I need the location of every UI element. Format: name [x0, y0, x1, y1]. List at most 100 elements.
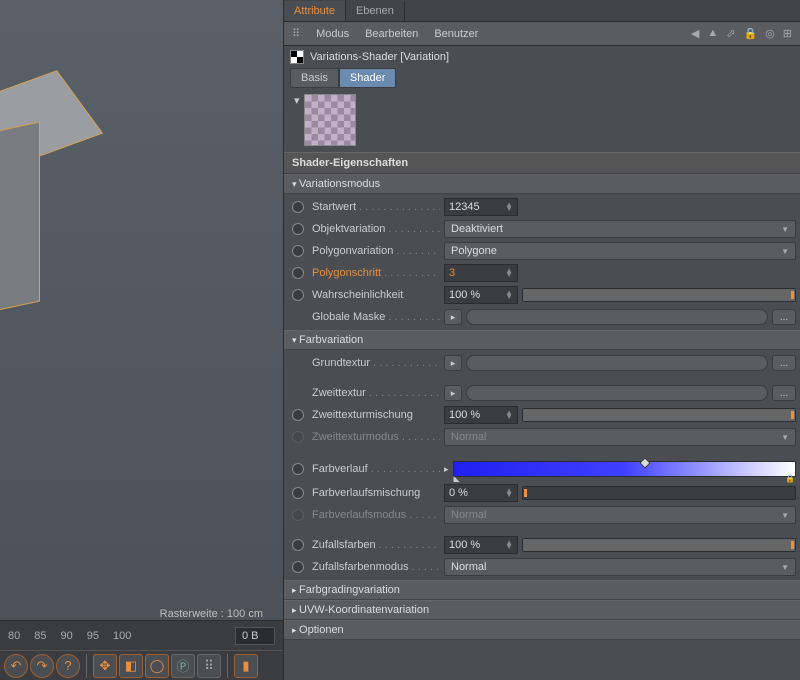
label-startwert: Startwert	[312, 201, 440, 213]
maske-browse-button[interactable]: ...	[772, 309, 796, 325]
dropdown-polygonvariation[interactable]: Polygone▼	[444, 242, 796, 260]
anim-dot[interactable]	[292, 289, 304, 301]
nav-up-icon[interactable]: ▲	[707, 27, 718, 40]
anim-dot[interactable]	[292, 539, 304, 551]
preview-collapse-icon[interactable]: ▾	[294, 94, 300, 107]
gradient-editor[interactable]: ◣ 🔒	[453, 461, 796, 477]
tab-attribute[interactable]: Attribute	[284, 1, 346, 21]
label-grundtextur: Grundtextur	[312, 357, 440, 369]
menu-user[interactable]: Benutzer	[434, 28, 478, 40]
timeline[interactable]: 80 85 90 95 100 0 B	[0, 620, 283, 650]
bottom-toolbar: ↶ ↷ ? ✥ ◧ ◯ Ⓟ ⠿ ▮	[0, 650, 283, 680]
gradient-stop-left-icon[interactable]: ◣	[454, 474, 460, 483]
record-button[interactable]: ▮	[234, 654, 258, 678]
timeline-tick: 100	[113, 630, 131, 642]
anim-dot[interactable]	[292, 245, 304, 257]
timeline-tick: 90	[61, 630, 73, 642]
dropdown-zweittexturmodus: Normal▼	[444, 428, 796, 446]
anim-dot[interactable]	[292, 463, 304, 475]
viewport-object[interactable]	[0, 80, 100, 320]
object-name: Variations-Shader [Variation]	[310, 51, 449, 63]
gradient-stop-right-icon[interactable]: 🔒	[785, 474, 795, 483]
slider-wahrscheinlichkeit[interactable]	[522, 288, 796, 302]
tab-layers[interactable]: Ebenen	[346, 1, 405, 21]
label-farbverlauf: Farbverlauf	[312, 463, 440, 475]
label-wahrscheinlichkeit: Wahrscheinlichkeit	[312, 289, 440, 301]
search-icon[interactable]: ⬀	[726, 27, 735, 40]
maske-menu-button[interactable]: ▸	[444, 309, 462, 325]
slider-zweittexturmischung[interactable]	[522, 408, 796, 422]
field-wahrscheinlichkeit[interactable]: 100 %▲▼	[444, 286, 518, 304]
anim-dot[interactable]	[292, 409, 304, 421]
label-polygonschritt: Polygonschritt	[312, 267, 440, 279]
nav-back-icon[interactable]: ◀	[691, 27, 699, 40]
shader-preview[interactable]	[304, 94, 356, 146]
anim-dot[interactable]	[292, 267, 304, 279]
field-globale-maske[interactable]	[466, 309, 768, 325]
grundtextur-menu-button[interactable]: ▸	[444, 355, 462, 371]
dropdown-farbverlaufsmodus: Normal▼	[444, 506, 796, 524]
timeline-tick: 85	[34, 630, 46, 642]
field-zweittextur[interactable]	[466, 385, 768, 401]
label-zweittextur: Zweittextur	[312, 387, 440, 399]
field-grundtextur[interactable]	[466, 355, 768, 371]
group-optionen[interactable]: Optionen	[284, 620, 800, 640]
anim-dot[interactable]	[292, 201, 304, 213]
group-uvw[interactable]: UVW-Koordinatenvariation	[284, 600, 800, 620]
group-farbgrading[interactable]: Farbgradingvariation	[284, 580, 800, 600]
anim-dot[interactable]	[292, 487, 304, 499]
menu-mode[interactable]: Modus	[316, 28, 349, 40]
grundtextur-browse-button[interactable]: ...	[772, 355, 796, 371]
anim-dot[interactable]	[292, 223, 304, 235]
panel-tabs: Attribute Ebenen	[284, 0, 800, 22]
timeline-tick: 95	[87, 630, 99, 642]
rotate-tool-button[interactable]: ◯	[145, 654, 169, 678]
slider-zufallsfarben[interactable]	[522, 538, 796, 552]
menubar-grid-icon[interactable]: ⠿	[292, 27, 300, 40]
dropdown-objektvariation[interactable]: Deaktiviert▼	[444, 220, 796, 238]
scale-tool-button[interactable]: ◧	[119, 654, 143, 678]
field-zufallsfarben[interactable]: 100 %▲▼	[444, 536, 518, 554]
panel-menubar: ⠿ Modus Bearbeiten Benutzer ◀ ▲ ⬀ 🔒 ◎ ⊞	[284, 22, 800, 46]
snap-button[interactable]: ⠿	[197, 654, 221, 678]
label-zufallsfarben: Zufallsfarben	[312, 539, 440, 551]
field-polygonschritt[interactable]: 3▲▼	[444, 264, 518, 282]
timeline-frame-field[interactable]: 0 B	[235, 627, 275, 645]
zweittextur-browse-button[interactable]: ...	[772, 385, 796, 401]
group-farbvariation[interactable]: Farbvariation	[284, 330, 800, 350]
anim-dot	[292, 509, 304, 521]
target-icon[interactable]: ◎	[765, 27, 775, 40]
coord-tool-button[interactable]: Ⓟ	[171, 654, 195, 678]
section-shader-properties: Shader-Eigenschaften	[284, 152, 800, 174]
dropdown-zufallsfarbenmodus[interactable]: Normal▼	[444, 558, 796, 576]
anim-dot	[292, 431, 304, 443]
shader-subtabs: Basis Shader	[284, 68, 800, 88]
group-variationsmodus[interactable]: Variationsmodus	[284, 174, 800, 194]
zweittextur-menu-button[interactable]: ▸	[444, 385, 462, 401]
attribute-panel: Attribute Ebenen ⠿ Modus Bearbeiten Benu…	[283, 0, 800, 680]
undo-button[interactable]: ↶	[4, 654, 28, 678]
slider-farbverlaufsmischung[interactable]	[522, 486, 796, 500]
subtab-shader[interactable]: Shader	[339, 68, 396, 88]
viewport[interactable]: Rasterweite : 100 cm 80 85 90 95 100 0 B…	[0, 0, 283, 680]
move-tool-button[interactable]: ✥	[93, 654, 117, 678]
label-farbverlaufsmischung: Farbverlaufsmischung	[312, 487, 440, 499]
gradient-collapse-icon[interactable]: ▸	[444, 464, 449, 475]
new-icon[interactable]: ⊞	[783, 27, 792, 40]
lock-icon[interactable]: 🔒	[743, 27, 757, 40]
help-button[interactable]: ?	[56, 654, 80, 678]
field-farbverlaufsmischung[interactable]: 0 %▲▼	[444, 484, 518, 502]
menu-edit[interactable]: Bearbeiten	[365, 28, 418, 40]
field-startwert[interactable]: 12345▲▼	[444, 198, 518, 216]
redo-button[interactable]: ↷	[30, 654, 54, 678]
label-objektvariation: Objektvariation	[312, 223, 440, 235]
shader-icon	[290, 50, 304, 64]
label-farbverlaufsmodus: Farbverlaufsmodus	[312, 509, 440, 521]
subtab-basis[interactable]: Basis	[290, 68, 339, 88]
timeline-tick: 80	[8, 630, 20, 642]
anim-dot[interactable]	[292, 561, 304, 573]
field-zweittexturmischung[interactable]: 100 %▲▼	[444, 406, 518, 424]
grid-spacing-label: Rasterweite : 100 cm	[160, 608, 263, 620]
object-header: Variations-Shader [Variation]	[284, 46, 800, 68]
label-zweittexturmischung: Zweittexturmischung	[312, 409, 440, 421]
